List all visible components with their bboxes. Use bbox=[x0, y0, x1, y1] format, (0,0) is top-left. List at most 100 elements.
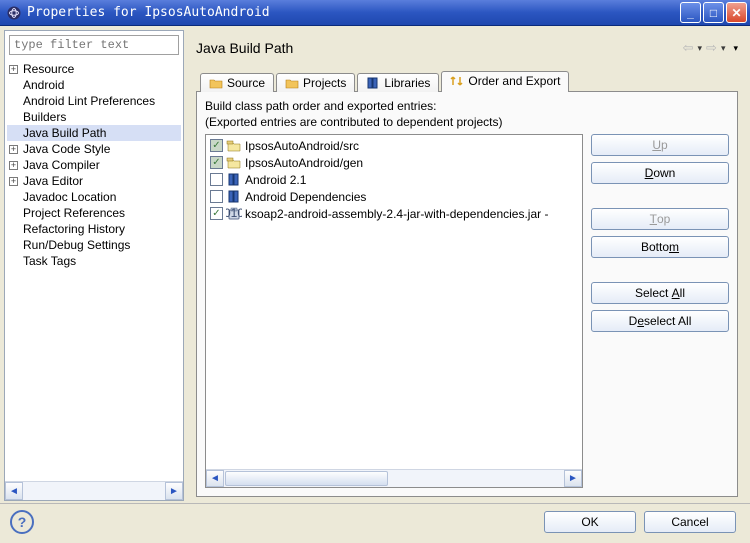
tab-bar: Source Projects Libraries Order and Expo… bbox=[196, 70, 738, 92]
tree-h-scrollbar[interactable]: ◄ ► bbox=[5, 481, 183, 500]
eclipse-icon bbox=[6, 5, 22, 21]
tree-item-label: Builders bbox=[21, 109, 68, 125]
tree-item-label: Java Editor bbox=[21, 173, 85, 189]
scroll-left-icon[interactable]: ◄ bbox=[5, 482, 23, 500]
chevron-down-icon[interactable]: ▾ bbox=[721, 43, 726, 54]
right-pane: Java Build Path ⇦▾ ⇨▾ ▾ Source Projects … bbox=[186, 30, 746, 501]
list-item[interactable]: Android 2.1 bbox=[208, 171, 580, 188]
book-icon bbox=[366, 77, 380, 89]
list-item[interactable]: ✓ IpsosAutoAndroid/src bbox=[208, 137, 580, 154]
tab-libraries[interactable]: Libraries bbox=[357, 73, 439, 92]
entry-list[interactable]: ✓ IpsosAutoAndroid/src ✓ IpsosAutoAndroid/g… bbox=[206, 135, 582, 469]
deselect-all-button[interactable]: Deselect All bbox=[591, 310, 729, 332]
down-button[interactable]: Down bbox=[591, 162, 729, 184]
tree-item-label: Android bbox=[21, 77, 66, 93]
tree-item[interactable]: Task Tags bbox=[7, 253, 181, 269]
panel-body: ✓ IpsosAutoAndroid/src ✓ IpsosAutoAndroid/g… bbox=[205, 134, 729, 488]
jar-icon: 010 bbox=[226, 207, 242, 221]
property-tree[interactable]: +ResourceAndroidAndroid Lint Preferences… bbox=[5, 59, 183, 481]
cancel-button[interactable]: Cancel bbox=[644, 511, 736, 533]
checkbox[interactable]: ✓ bbox=[210, 139, 223, 152]
up-button[interactable]: Up bbox=[591, 134, 729, 156]
minimize-button[interactable]: _ bbox=[680, 2, 701, 23]
tree-item[interactable]: Android bbox=[7, 77, 181, 93]
expand-icon[interactable]: + bbox=[9, 65, 18, 74]
tree-item[interactable]: Run/Debug Settings bbox=[7, 237, 181, 253]
bottom-button[interactable]: Bottom bbox=[591, 236, 729, 258]
list-item[interactable]: ✓010ksoap2-android-assembly-2.4-jar-with… bbox=[208, 205, 580, 222]
tree-item-label: Java Compiler bbox=[21, 157, 102, 173]
list-item[interactable]: ✓ IpsosAutoAndroid/gen bbox=[208, 154, 580, 171]
expand-icon[interactable]: + bbox=[9, 161, 18, 170]
select-all-button[interactable]: Select All bbox=[591, 282, 729, 304]
top-button[interactable]: Top bbox=[591, 208, 729, 230]
tab-order-export[interactable]: Order and Export bbox=[441, 71, 569, 92]
tree-item[interactable]: Builders bbox=[7, 109, 181, 125]
checkbox[interactable] bbox=[210, 190, 223, 203]
scroll-track[interactable] bbox=[224, 470, 564, 487]
folder-icon bbox=[209, 77, 223, 89]
scroll-track[interactable] bbox=[23, 482, 165, 500]
checkbox[interactable]: ✓ bbox=[210, 207, 223, 220]
tab-label: Projects bbox=[303, 76, 346, 90]
list-h-scrollbar[interactable]: ◄ ► bbox=[206, 469, 582, 487]
ok-button[interactable]: OK bbox=[544, 511, 636, 533]
tab-projects[interactable]: Projects bbox=[276, 73, 355, 92]
tree-item[interactable]: +Resource bbox=[7, 61, 181, 77]
tree-item[interactable]: Javadoc Location bbox=[7, 189, 181, 205]
tree-item-label: Java Code Style bbox=[21, 141, 112, 157]
expand-icon[interactable]: + bbox=[9, 145, 18, 154]
list-item-label: IpsosAutoAndroid/src bbox=[245, 139, 359, 153]
expand-icon[interactable]: + bbox=[9, 177, 18, 186]
tab-label: Order and Export bbox=[468, 74, 560, 88]
tree-item[interactable]: +Java Compiler bbox=[7, 157, 181, 173]
tree-item[interactable]: Project References bbox=[7, 205, 181, 221]
page-header: Java Build Path ⇦▾ ⇨▾ ▾ bbox=[196, 36, 738, 60]
desc-line2: (Exported entries are contributed to dep… bbox=[205, 114, 729, 130]
tree-item-label: Resource bbox=[21, 61, 76, 77]
scroll-right-icon[interactable]: ► bbox=[564, 470, 582, 487]
book-icon bbox=[226, 173, 242, 187]
list-item-label: IpsosAutoAndroid/gen bbox=[245, 156, 363, 170]
scroll-left-icon[interactable]: ◄ bbox=[206, 470, 224, 487]
tab-panel: Build class path order and exported entr… bbox=[196, 92, 738, 497]
list-item[interactable]: Android Dependencies bbox=[208, 188, 580, 205]
left-pane: +ResourceAndroidAndroid Lint Preferences… bbox=[4, 30, 184, 501]
tab-source[interactable]: Source bbox=[200, 73, 274, 92]
tree-item-label: Project References bbox=[21, 205, 127, 221]
window-buttons: _ □ ✕ bbox=[680, 2, 747, 23]
filter-input[interactable] bbox=[9, 35, 179, 55]
button-column: Up Down Top Bottom Select All Deselect A… bbox=[591, 134, 729, 488]
nav-forward-icon[interactable]: ⇨ bbox=[706, 40, 717, 56]
pkg-icon bbox=[226, 139, 242, 153]
close-button[interactable]: ✕ bbox=[726, 2, 747, 23]
nav-back-icon[interactable]: ⇦ bbox=[683, 40, 694, 56]
page-title: Java Build Path bbox=[196, 40, 683, 56]
title-bar: Properties for IpsosAutoAndroid _ □ ✕ bbox=[0, 0, 750, 26]
checkbox[interactable] bbox=[210, 173, 223, 186]
checkbox[interactable]: ✓ bbox=[210, 156, 223, 169]
footer: ? OK Cancel bbox=[0, 503, 750, 539]
tree-item[interactable]: Android Lint Preferences bbox=[7, 93, 181, 109]
tree-item-label: Android Lint Preferences bbox=[21, 93, 157, 109]
tree-item[interactable]: +Java Editor bbox=[7, 173, 181, 189]
tab-label: Source bbox=[227, 76, 265, 90]
help-icon[interactable]: ? bbox=[10, 510, 34, 534]
chevron-down-icon[interactable]: ▾ bbox=[698, 43, 703, 54]
list-item-label: Android 2.1 bbox=[245, 173, 306, 187]
tree-item-label: Task Tags bbox=[21, 253, 78, 269]
tab-label: Libraries bbox=[384, 76, 430, 90]
tree-item-label: Run/Debug Settings bbox=[21, 237, 132, 253]
maximize-button[interactable]: □ bbox=[703, 2, 724, 23]
folder-icon bbox=[285, 77, 299, 89]
tree-item-label: Refactoring History bbox=[21, 221, 127, 237]
tree-item[interactable]: Refactoring History bbox=[7, 221, 181, 237]
description: Build class path order and exported entr… bbox=[205, 98, 729, 130]
scroll-right-icon[interactable]: ► bbox=[165, 482, 183, 500]
window-title: Properties for IpsosAutoAndroid bbox=[27, 5, 680, 20]
tree-item[interactable]: +Java Code Style bbox=[7, 141, 181, 157]
menu-chevron-icon[interactable]: ▾ bbox=[733, 43, 738, 54]
tree-item[interactable]: Java Build Path bbox=[7, 125, 181, 141]
tree-item-label: Javadoc Location bbox=[21, 189, 118, 205]
pkg-icon bbox=[226, 156, 242, 170]
